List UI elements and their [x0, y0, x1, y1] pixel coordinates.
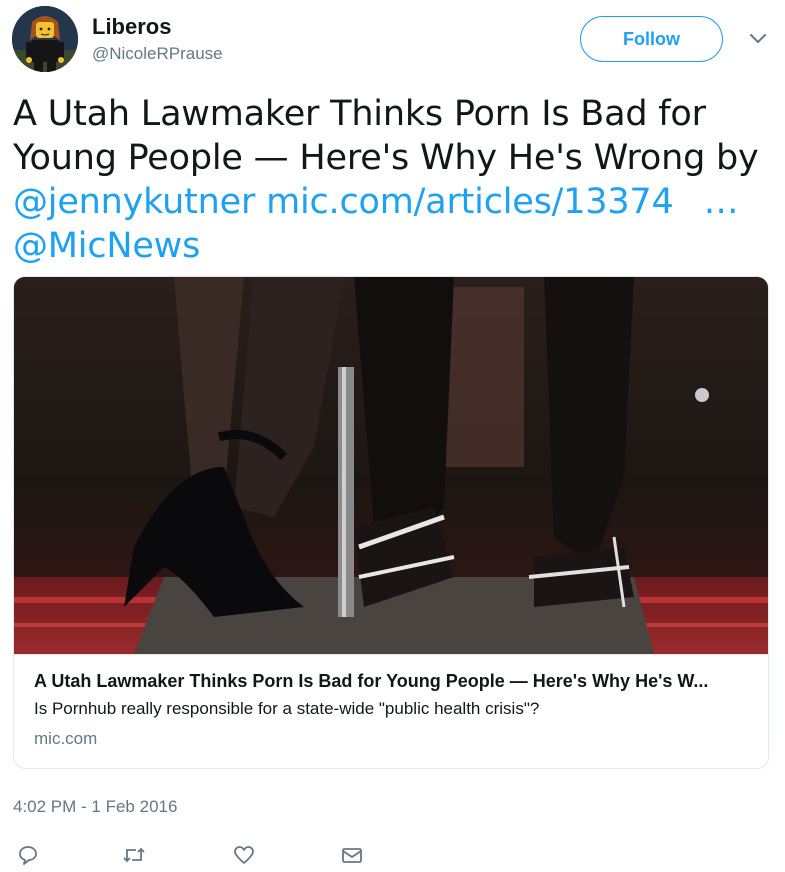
tweet-text-line: A Utah Lawmaker Thinks Porn Is Bad for	[13, 94, 706, 134]
mention-link[interactable]: @MicNews	[13, 226, 200, 266]
card-domain: mic.com	[34, 729, 98, 748]
tweet-text: A Utah Lawmaker Thinks Porn Is Bad for Y…	[13, 92, 773, 268]
card-body[interactable]: A Utah Lawmaker Thinks Porn Is Bad for Y…	[14, 654, 768, 768]
article-link-text: mic.com/articles/13374	[266, 182, 674, 222]
card-image[interactable]	[14, 277, 768, 654]
tweet-text-line: Young People — Here's Why He's Wrong by	[13, 138, 759, 178]
heart-icon[interactable]	[229, 840, 259, 870]
display-name[interactable]: Liberos	[92, 14, 171, 40]
reply-icon[interactable]	[13, 840, 43, 870]
card-description: Is Pornhub really responsible for a stat…	[34, 699, 540, 718]
link-ellipsis: …	[703, 182, 739, 222]
retweet-icon[interactable]	[119, 840, 149, 870]
envelope-icon[interactable]	[337, 840, 367, 870]
link-card[interactable]: A Utah Lawmaker Thinks Porn Is Bad for Y…	[13, 276, 769, 769]
action-bar	[13, 840, 413, 870]
user-handle[interactable]: @NicoleRPrause	[92, 44, 223, 64]
follow-button[interactable]: Follow	[580, 16, 723, 62]
mention-link[interactable]: @jennykutner	[13, 182, 255, 222]
tweet-text-line: @jennykutner mic.com/articles/13374 …	[13, 180, 773, 224]
tweet-timestamp[interactable]: 4:02 PM - 1 Feb 2016	[13, 797, 177, 817]
lego-figure-avatar-icon	[12, 6, 78, 72]
tweet-text-line: @MicNews	[13, 224, 773, 268]
avatar[interactable]	[12, 6, 78, 72]
article-link[interactable]: mic.com/articles/13374 …	[266, 182, 738, 222]
tweet-header: Liberos @NicoleRPrause Follow	[12, 6, 772, 72]
card-title: A Utah Lawmaker Thinks Porn Is Bad for Y…	[34, 671, 709, 691]
chevron-down-icon[interactable]	[747, 28, 769, 50]
